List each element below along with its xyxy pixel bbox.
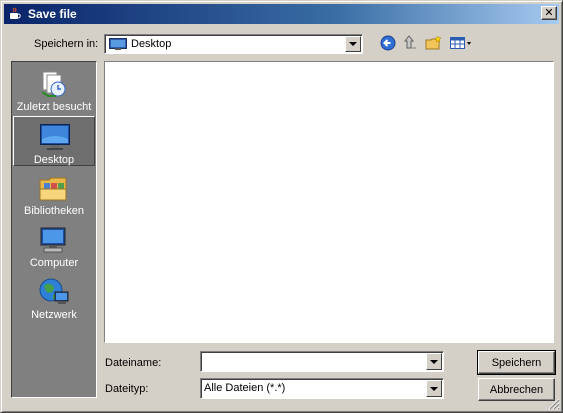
place-computer-label: Computer <box>29 257 79 269</box>
chevron-down-icon <box>430 386 438 391</box>
close-icon: ✕ <box>544 6 554 19</box>
new-folder-icon <box>425 34 443 54</box>
place-recent[interactable]: Zuletzt besucht <box>13 64 95 114</box>
computer-icon <box>38 224 70 256</box>
up-folder-icon <box>403 34 419 54</box>
file-list[interactable] <box>104 61 554 343</box>
close-button[interactable]: ✕ <box>541 6 557 20</box>
place-recent-label: Zuletzt besucht <box>16 101 92 113</box>
filename-label: Dateiname: <box>105 357 162 369</box>
save-button[interactable]: Speichern <box>477 350 556 375</box>
title-bar[interactable]: Save file ✕ <box>4 4 559 24</box>
save-file-dialog: Save file ✕ Speichern in: Desktop Zuletz… <box>0 0 563 413</box>
filename-combobox[interactable] <box>200 351 444 372</box>
filetype-value: Alle Dateien (*.*) <box>204 382 286 394</box>
back-icon <box>380 35 396 54</box>
recent-icon <box>38 68 70 100</box>
resize-grip-icon[interactable] <box>548 398 560 410</box>
java-cup-icon <box>7 6 23 22</box>
save-button-label: Speichern <box>491 356 542 369</box>
desktop-small-icon <box>109 38 127 50</box>
cancel-button-label: Abbrechen <box>489 383 544 396</box>
libraries-icon <box>38 172 70 204</box>
look-in-dropdown-arrow[interactable] <box>345 36 361 52</box>
places-bar: Zuletzt besucht Desktop Bibliotheken Com… <box>11 61 97 398</box>
filetype-combobox[interactable]: Alle Dateien (*.*) <box>200 378 444 399</box>
back-button[interactable] <box>378 34 398 54</box>
place-network[interactable]: Netzwerk <box>13 272 95 322</box>
look-in-value: Desktop <box>131 38 172 50</box>
view-menu-icon <box>449 35 473 54</box>
network-icon <box>38 276 70 308</box>
look-in-label: Speichern in: <box>34 38 99 50</box>
place-desktop[interactable]: Desktop <box>13 116 95 166</box>
desktop-icon <box>39 121 71 153</box>
new-folder-button[interactable] <box>424 34 444 54</box>
up-folder-button[interactable] <box>401 34 421 54</box>
place-desktop-label: Desktop <box>33 154 75 166</box>
place-network-label: Netzwerk <box>31 309 77 321</box>
place-libraries-label: Bibliotheken <box>24 205 84 217</box>
window-title: Save file <box>28 7 77 21</box>
look-in-combobox[interactable]: Desktop <box>104 34 363 54</box>
view-menu-button[interactable] <box>448 34 474 54</box>
filetype-dropdown-arrow[interactable] <box>426 380 442 397</box>
filetype-label: Dateityp: <box>105 383 149 395</box>
chevron-down-icon <box>349 42 357 46</box>
filename-dropdown-arrow[interactable] <box>426 353 442 370</box>
place-computer[interactable]: Computer <box>13 220 95 270</box>
chevron-down-icon <box>430 359 438 364</box>
place-libraries[interactable]: Bibliotheken <box>13 168 95 218</box>
cancel-button[interactable]: Abbrechen <box>478 378 555 401</box>
